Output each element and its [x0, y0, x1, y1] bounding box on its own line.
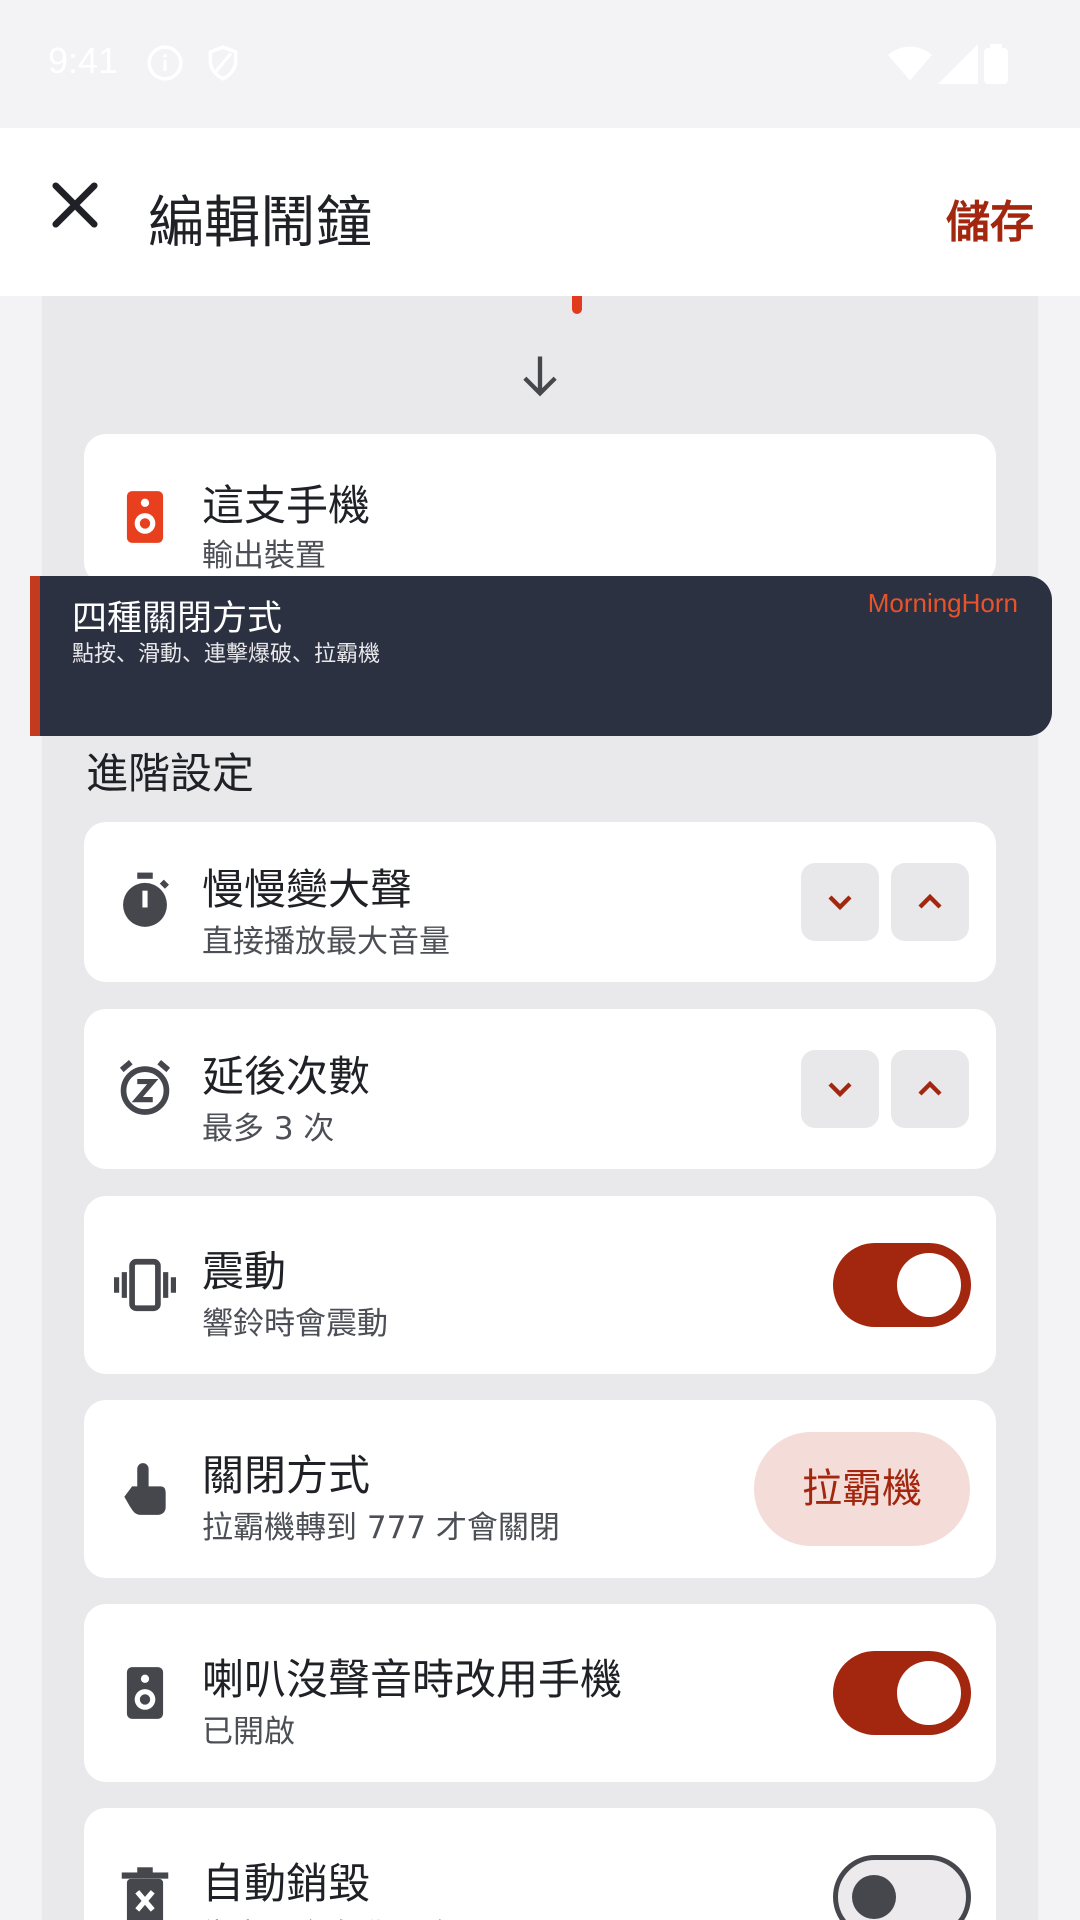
- toast-subtitle: 點按、滑動、連擊爆破、拉霸機: [72, 642, 381, 667]
- chevron-up-icon: [918, 1080, 942, 1096]
- setting-subtitle: 直接播放最大音量: [202, 924, 450, 960]
- chevron-up-icon: [918, 893, 942, 909]
- toast-title: 四種關閉方式: [72, 599, 283, 639]
- toggle-knob: [897, 1253, 961, 1317]
- decrease-button[interactable]: [801, 1050, 879, 1128]
- setting-card-auto-delete: 自動銷毀 響完不會自動刪除: [84, 1808, 996, 1920]
- close-button[interactable]: [42, 172, 108, 238]
- chevron-down-icon: [828, 1082, 852, 1098]
- toggle-knob: [852, 1875, 896, 1919]
- setting-title: 自動銷毀: [202, 1859, 371, 1908]
- status-bar: 9:41: [0, 0, 1080, 128]
- setting-card-vibration: 震動 響鈴時會震動: [84, 1196, 996, 1374]
- timer-icon: [123, 872, 169, 927]
- snooze-icon: [119, 1060, 171, 1115]
- setting-title: 慢慢變大聲: [202, 865, 413, 914]
- arrow-down-icon: [523, 356, 557, 397]
- signal-icon: [938, 44, 978, 84]
- save-button[interactable]: 儲存: [946, 186, 1034, 250]
- delete-icon: [121, 1867, 169, 1920]
- output-device-card[interactable]: 這支手機 輸出裝置: [84, 434, 996, 584]
- setting-card-gradual-volume: 慢慢變大聲 直接播放最大音量: [84, 822, 996, 982]
- dismiss-method-button[interactable]: 拉霸機: [754, 1432, 970, 1546]
- section-heading: 進階設定: [86, 749, 255, 798]
- device-subtitle: 輸出裝置: [202, 538, 326, 574]
- setting-title: 延後次數: [202, 1052, 371, 1101]
- shield-icon: [208, 45, 238, 81]
- increase-button[interactable]: [891, 1050, 969, 1128]
- setting-subtitle: 響鈴時會震動: [202, 1306, 388, 1342]
- setting-card-snooze-count: 延後次數 最多 3 次: [84, 1009, 996, 1169]
- auto-delete-toggle[interactable]: [833, 1855, 971, 1920]
- scroll-indicator: [572, 296, 582, 314]
- toast-accent-bar: [30, 576, 40, 736]
- close-icon: [52, 182, 98, 228]
- setting-card-phone-fallback: 喇叭沒聲音時改用手機 已開啟: [84, 1604, 996, 1782]
- tap-icon: [124, 1463, 166, 1515]
- chevron-down-icon: [828, 895, 852, 911]
- vibration-toggle[interactable]: [833, 1243, 971, 1327]
- increase-button[interactable]: [891, 863, 969, 941]
- setting-subtitle: 已開啟: [202, 1714, 295, 1750]
- setting-subtitle: 最多 3 次: [202, 1111, 335, 1147]
- setting-title: 震動: [202, 1247, 287, 1296]
- setting-card-dismiss-method: 關閉方式 拉霸機轉到 777 才會關閉 拉霸機: [84, 1400, 996, 1578]
- brand-logo: MorningHorn: [867, 588, 1018, 618]
- page-title: 編輯鬧鐘: [148, 191, 372, 256]
- setting-subtitle: 拉霸機轉到 777 才會關閉: [202, 1510, 560, 1546]
- speaker-icon: [126, 1667, 164, 1719]
- setting-title: 喇叭沒聲音時改用手機: [202, 1655, 623, 1704]
- device-title: 這支手機: [202, 481, 371, 530]
- phone-fallback-toggle[interactable]: [833, 1651, 971, 1735]
- speaker-icon: [126, 491, 164, 543]
- vibration-icon: [114, 1258, 176, 1312]
- toggle-knob: [897, 1661, 961, 1725]
- setting-title: 關閉方式: [202, 1451, 371, 1500]
- setting-subtitle: 響完不會自動刪除: [202, 1910, 450, 1920]
- status-time: 9:41: [48, 40, 119, 81]
- info-icon: [147, 45, 183, 81]
- wifi-icon: [888, 46, 932, 81]
- battery-icon: [984, 44, 1008, 84]
- decrease-button[interactable]: [801, 863, 879, 941]
